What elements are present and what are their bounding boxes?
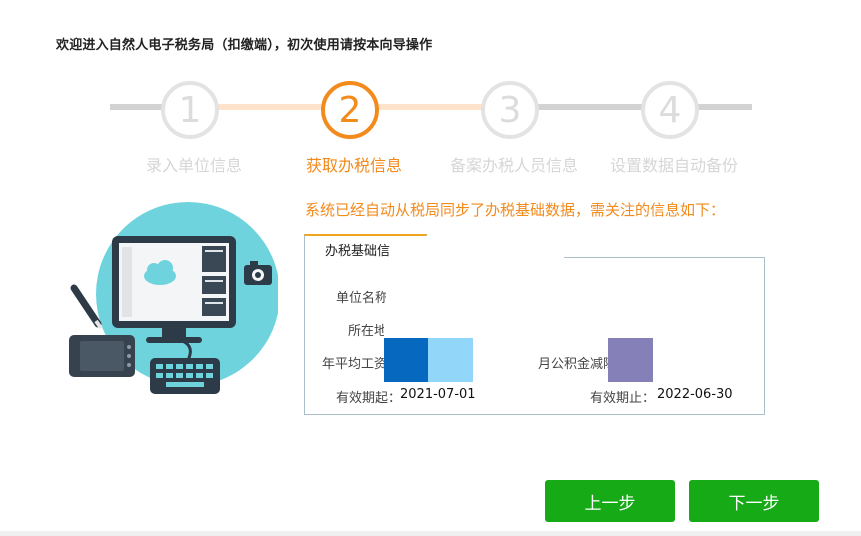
location-label: 所在地 xyxy=(348,324,384,339)
step-1-circle: 1 xyxy=(161,81,219,139)
prev-step-button[interactable]: 上一步 xyxy=(545,480,675,522)
monitor-icon xyxy=(112,236,236,343)
housing-fund-label: 月公积金减除 xyxy=(538,357,608,372)
redacted-value-dark xyxy=(384,338,428,382)
step-3-circle: 3 xyxy=(481,81,539,139)
redacted-value-light xyxy=(428,338,473,382)
sync-notice: 系统已经自动从税局同步了办税基础数据，需关注的信息如下： xyxy=(305,201,726,219)
step-4-circle: 4 xyxy=(641,81,699,139)
valid-from-label: 有效期起： xyxy=(336,391,402,406)
next-step-button[interactable]: 下一步 xyxy=(689,480,819,522)
redacted-value-purple xyxy=(608,338,653,382)
step-1-label: 录入单位信息 xyxy=(145,156,242,175)
step-3-label: 备案办税人员信息 xyxy=(449,156,578,175)
computer-illustration xyxy=(69,202,278,394)
step-2-label: 获取办税信息 xyxy=(305,156,402,175)
avg-salary-label: 年平均工资 xyxy=(322,357,384,372)
redaction-mask xyxy=(396,236,564,262)
bottom-border xyxy=(0,531,861,536)
progress-track-right xyxy=(690,104,752,110)
valid-to-value: 2022-06-30 xyxy=(657,387,733,402)
step-4-label: 设置数据自动备份 xyxy=(609,156,738,175)
valid-from-value: 2021-07-01 xyxy=(400,387,476,402)
unit-name-label: 单位名称 xyxy=(336,291,386,306)
step-2-circle: 2 xyxy=(321,81,379,139)
wizard-title: 欢迎进入自然人电子税务局（扣缴端），初次使用请按本向导操作 xyxy=(56,38,433,53)
valid-to-label: 有效期止： xyxy=(590,391,656,406)
tab-label: 办税基础信 xyxy=(325,244,391,259)
drawing-tablet-icon xyxy=(69,335,135,377)
